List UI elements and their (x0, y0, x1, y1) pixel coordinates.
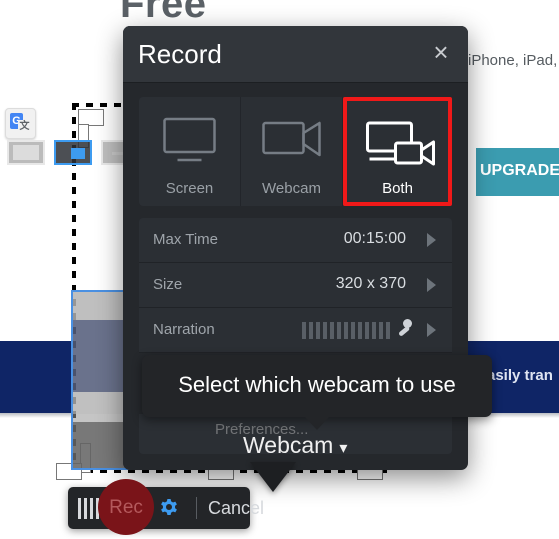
chevron-right-icon (427, 323, 436, 337)
restore-window-button[interactable] (54, 140, 92, 165)
settings-list: Max Time 00:15:00 Size 320 x 370 Narrati… (139, 218, 452, 353)
mode-screen-label: Screen (165, 180, 214, 197)
setting-value-size: 320 x 370 (335, 275, 406, 292)
gear-icon[interactable] (157, 497, 181, 521)
pointer-arrow-icon (250, 462, 296, 492)
upgrade-button[interactable]: UPGRADE Rec (476, 148, 559, 196)
microphone-icon[interactable] (396, 318, 414, 342)
monitor-and-camcorder-icon (347, 117, 448, 173)
tooltip-text: Select which webcam to use (178, 372, 456, 397)
google-translate-icon[interactable]: G 文 (5, 108, 36, 139)
setting-row-narration[interactable]: Narration (139, 308, 452, 353)
window-state-button-group (7, 140, 139, 165)
toolbar-divider (196, 497, 197, 519)
chevron-right-icon (427, 278, 436, 292)
webcam-dropdown[interactable]: Webcam ▾ (243, 432, 347, 459)
mode-webcam[interactable]: Webcam (241, 97, 343, 206)
cancel-button[interactable]: Cancel (208, 498, 264, 519)
mode-screen[interactable]: Screen (139, 97, 241, 206)
chevron-right-icon (427, 233, 436, 247)
translate-char-glyph: 文 (18, 120, 31, 134)
setting-row-max-time[interactable]: Max Time 00:15:00 (139, 218, 452, 263)
mode-webcam-label: Webcam (262, 180, 321, 197)
banner-text: asily tran (487, 367, 553, 384)
mode-both[interactable]: Both (343, 97, 452, 206)
audio-level-meter (302, 322, 390, 339)
webcam-dropdown-label: Webcam (243, 432, 334, 458)
dialog-titlebar: Record × (123, 26, 468, 83)
rec-button[interactable]: Rec (98, 479, 154, 535)
page-top-text: iPhone, iPad, (468, 52, 558, 69)
page-heading: Free (120, 0, 207, 26)
webcam-tooltip: Select which webcam to use (142, 355, 492, 430)
dialog-title: Record (138, 39, 222, 69)
monitor-icon (139, 113, 240, 169)
record-toolbar: Rec Cancel (68, 479, 264, 535)
setting-value-max-time: 00:15:00 (343, 230, 406, 247)
setting-row-size[interactable]: Size 320 x 370 (139, 263, 452, 308)
maximize-icon (13, 145, 39, 160)
setting-label-max-time: Max Time (153, 231, 219, 248)
screenshot-root: Free iPhone, iPad, G 文 UPGRADE Rec asily… (0, 0, 559, 539)
rec-button-label: Rec (109, 497, 143, 518)
drag-handle[interactable] (78, 498, 99, 519)
restore-icon (71, 148, 85, 159)
camcorder-icon (241, 113, 342, 169)
tooltip-tail (305, 417, 329, 430)
record-mode-group: Screen Webcam Both (139, 97, 452, 206)
maximize-window-button[interactable] (7, 140, 45, 165)
mode-both-label: Both (382, 180, 413, 197)
chevron-down-icon: ▾ (339, 440, 348, 457)
upgrade-label: UPGRADE Rec (480, 162, 559, 179)
setting-label-narration: Narration (153, 321, 215, 338)
close-icon[interactable]: × (427, 39, 455, 67)
setting-label-size: Size (153, 276, 183, 293)
